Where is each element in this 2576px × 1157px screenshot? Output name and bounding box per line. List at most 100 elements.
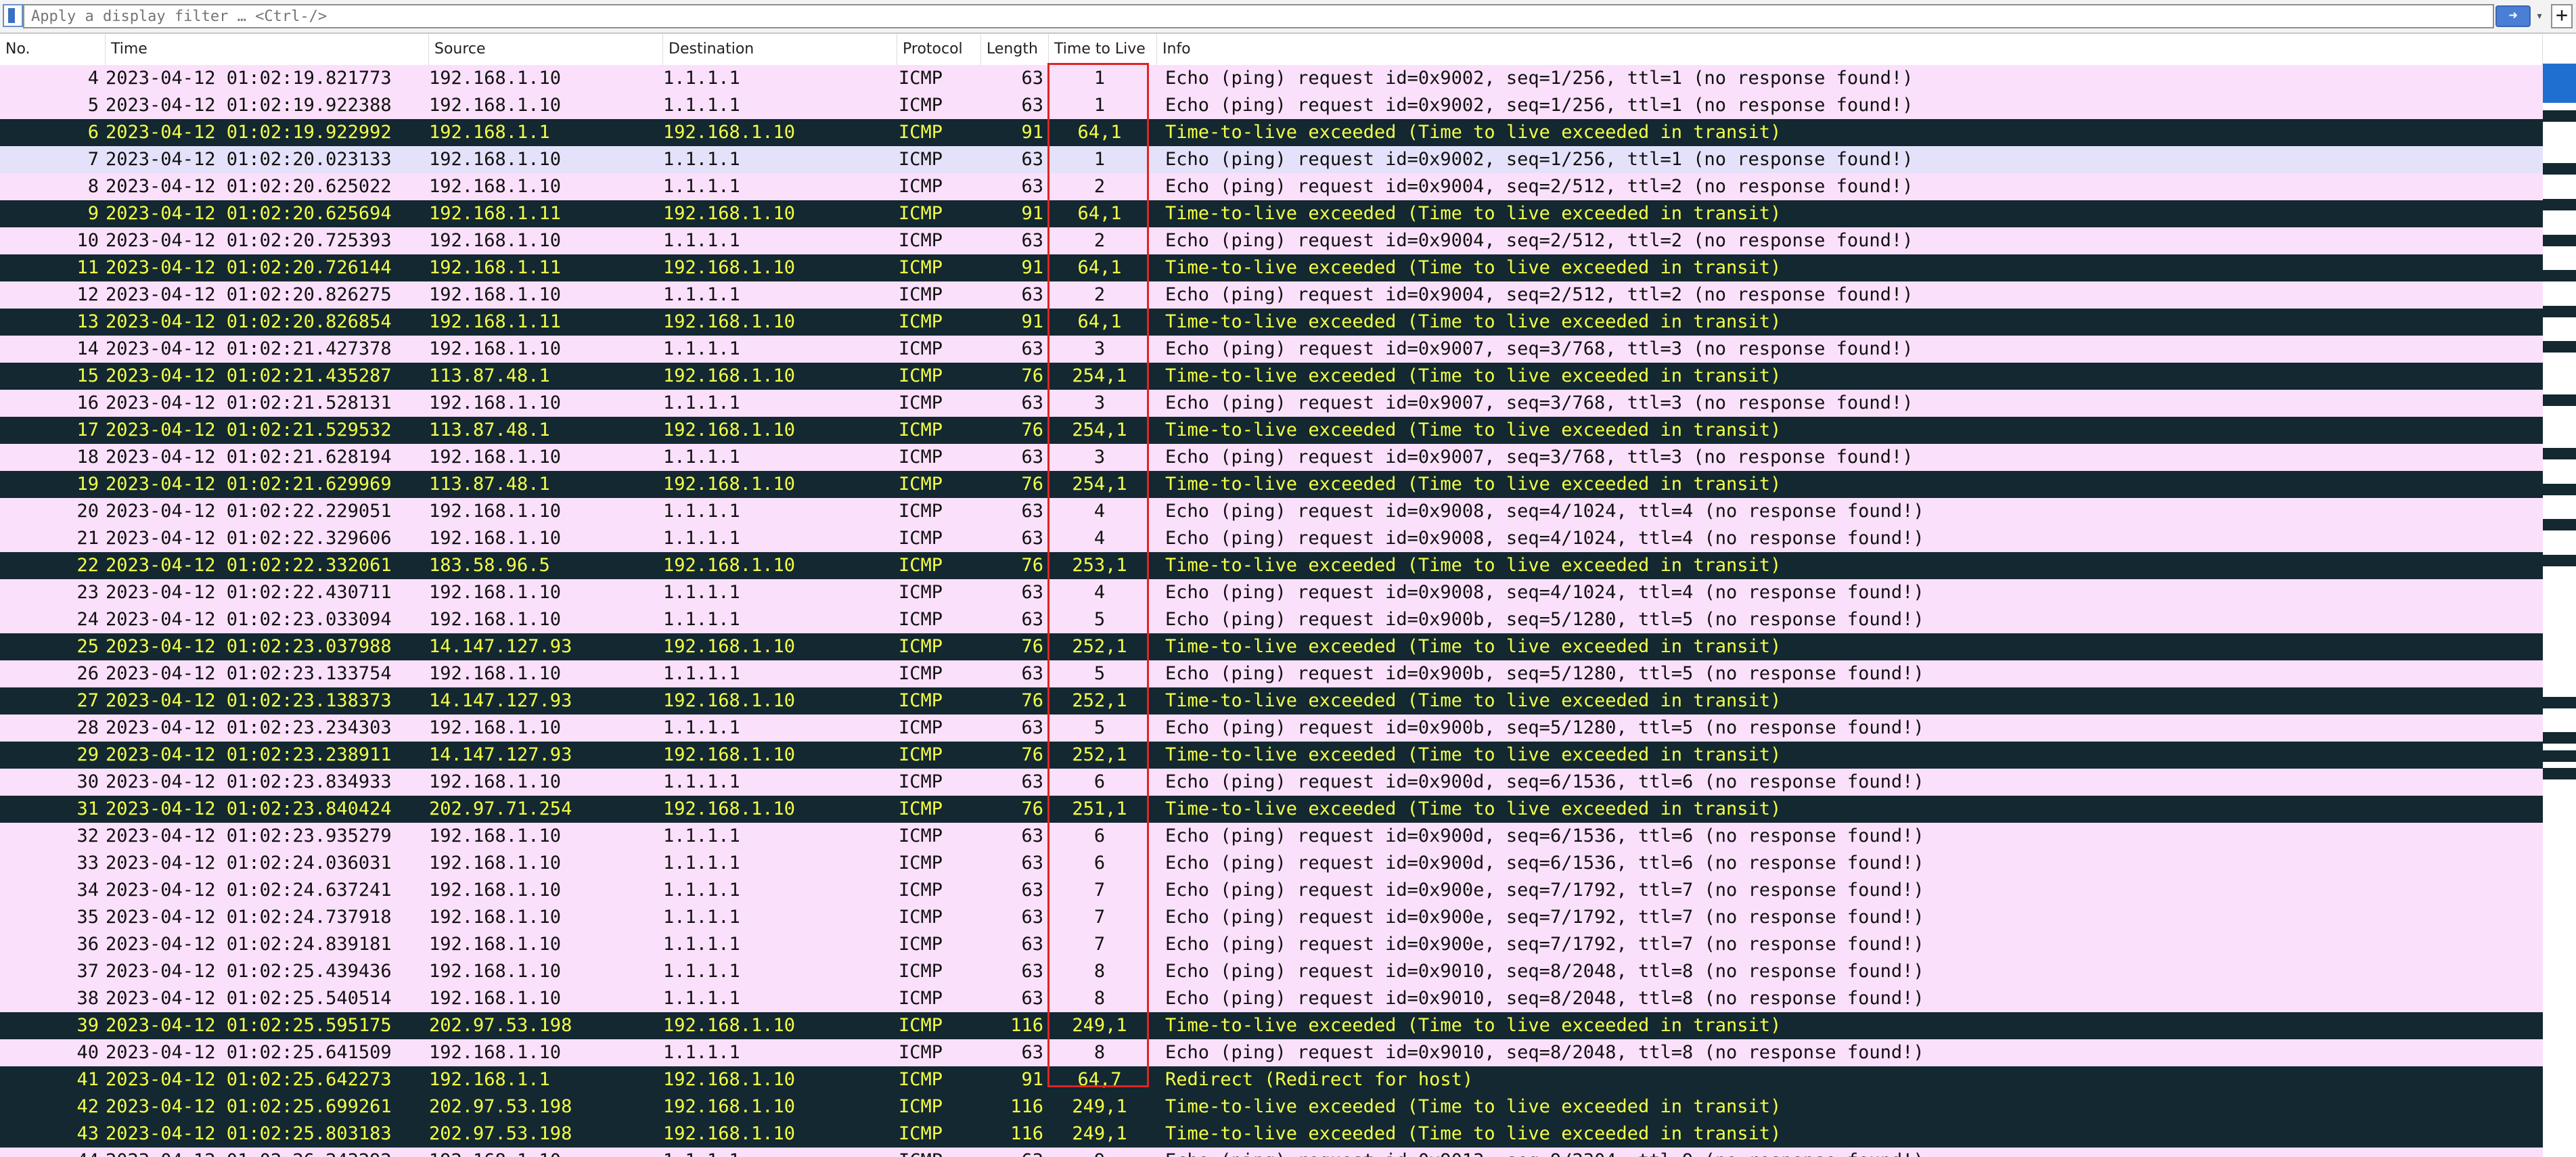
packet-row[interactable]: 38 2023-04-12 01:02:25.540514 192.168.1.10…	[0, 985, 2543, 1012]
packet-list-scrollbar[interactable]	[2543, 34, 2576, 1157]
packet-protocol: ICMP	[899, 961, 943, 982]
packet-info: Echo (ping) request id=0x9010, seq=8/204…	[1165, 988, 1924, 1009]
packet-row[interactable]: 6 2023-04-12 01:02:19.922992 192.168.1.1 19…	[0, 119, 2543, 146]
packet-time-to-live: 64,1	[1077, 122, 1122, 143]
packet-protocol: ICMP	[899, 176, 943, 197]
packet-source: 192.168.1.10	[429, 501, 562, 522]
apply-filter-button[interactable]: ➜	[2495, 5, 2531, 27]
packet-row[interactable]: 42 2023-04-12 01:02:25.699261 202.97.53.19…	[0, 1093, 2543, 1120]
display-filter-toolbar: ➜ ▾ +	[0, 0, 2576, 34]
packet-row[interactable]: 35 2023-04-12 01:02:24.737918 192.168.1.10…	[0, 904, 2543, 931]
packet-time: 2023-04-12 01:02:20.625022	[106, 176, 392, 197]
packet-source: 192.168.1.11	[429, 311, 562, 332]
packet-destination: 192.168.1.10	[663, 1015, 796, 1036]
packet-row[interactable]: 27 2023-04-12 01:02:23.138373 14.147.127.9…	[0, 687, 2543, 714]
packet-row[interactable]: 26 2023-04-12 01:02:23.133754 192.168.1.10…	[0, 660, 2543, 687]
packet-row[interactable]: 25 2023-04-12 01:02:23.037988 14.147.127.9…	[0, 633, 2543, 660]
packet-row[interactable]: 22 2023-04-12 01:02:22.332061 183.58.96.5 1…	[0, 552, 2543, 579]
packet-row[interactable]: 20 2023-04-12 01:02:22.229051 192.168.1.10…	[0, 498, 2543, 525]
packet-row[interactable]: 17 2023-04-12 01:02:21.529532 113.87.48.1 1…	[0, 417, 2543, 444]
packet-row[interactable]: 12 2023-04-12 01:02:20.826275 192.168.1.10…	[0, 281, 2543, 309]
packet-time: 2023-04-12 01:02:20.725393	[106, 230, 392, 251]
add-filter-button[interactable]: +	[2551, 4, 2573, 28]
column-header-time-to-live[interactable]: Time to Live	[1049, 34, 1157, 65]
packet-row[interactable]: 41 2023-04-12 01:02:25.642273 192.168.1.1 1…	[0, 1066, 2543, 1093]
packet-row[interactable]: 10 2023-04-12 01:02:20.725393 192.168.1.10…	[0, 227, 2543, 254]
packet-source: 192.168.1.10	[429, 582, 562, 603]
packet-row[interactable]: 8 2023-04-12 01:02:20.625022 192.168.1.10 1…	[0, 173, 2543, 200]
packet-row[interactable]: 37 2023-04-12 01:02:25.439436 192.168.1.10…	[0, 958, 2543, 985]
packet-row[interactable]: 23 2023-04-12 01:02:22.430711 192.168.1.10…	[0, 579, 2543, 606]
packet-destination: 192.168.1.10	[663, 122, 796, 143]
packet-row[interactable]: 32 2023-04-12 01:02:23.935279 192.168.1.10…	[0, 823, 2543, 850]
packet-row[interactable]: 15 2023-04-12 01:02:21.435287 113.87.48.1 1…	[0, 363, 2543, 390]
packet-destination: 1.1.1.1	[663, 176, 740, 197]
packet-row[interactable]: 28 2023-04-12 01:02:23.234303 192.168.1.10…	[0, 714, 2543, 742]
column-header-time[interactable]: Time	[106, 34, 429, 65]
packet-length: 63	[1021, 284, 1043, 305]
packet-source: 192.168.1.10	[429, 961, 562, 982]
packet-protocol: ICMP	[899, 392, 943, 413]
packet-row[interactable]: 43 2023-04-12 01:02:25.803183 202.97.53.19…	[0, 1120, 2543, 1148]
column-header-destination[interactable]: Destination	[663, 34, 897, 65]
packet-row[interactable]: 19 2023-04-12 01:02:21.629969 113.87.48.1 1…	[0, 471, 2543, 498]
packet-time: 2023-04-12 01:02:19.922388	[106, 95, 392, 116]
minimap-mark	[2543, 519, 2576, 530]
packet-row[interactable]: 31 2023-04-12 01:02:23.840424 202.97.71.25…	[0, 796, 2543, 823]
packet-source: 192.168.1.1	[429, 122, 550, 143]
packet-length: 76	[1021, 636, 1043, 657]
display-filter-input[interactable]	[23, 4, 2494, 28]
packet-row[interactable]: 36 2023-04-12 01:02:24.839181 192.168.1.10…	[0, 931, 2543, 958]
packet-row[interactable]: 44 2023-04-12 01:02:26.243292 192.168.1.10…	[0, 1148, 2543, 1157]
packet-source: 192.168.1.10	[429, 663, 562, 684]
packet-source: 192.168.1.10	[429, 68, 562, 89]
column-header-source[interactable]: Source	[429, 34, 663, 65]
column-header-no[interactable]: No.	[0, 34, 106, 65]
packet-row[interactable]: 29 2023-04-12 01:02:23.238911 14.147.127.9…	[0, 742, 2543, 769]
packet-row[interactable]: 33 2023-04-12 01:02:24.036031 192.168.1.10…	[0, 850, 2543, 877]
packet-row[interactable]: 11 2023-04-12 01:02:20.726144 192.168.1.11…	[0, 254, 2543, 281]
packet-row[interactable]: 30 2023-04-12 01:02:23.834933 192.168.1.10…	[0, 769, 2543, 796]
packet-source: 192.168.1.10	[429, 230, 562, 251]
packet-row[interactable]: 40 2023-04-12 01:02:25.641509 192.168.1.10…	[0, 1039, 2543, 1066]
scroll-thumb[interactable]	[2543, 64, 2576, 103]
packet-row[interactable]: 24 2023-04-12 01:02:23.033094 192.168.1.10…	[0, 606, 2543, 633]
packet-number: 33	[76, 853, 99, 874]
packet-length: 63	[1021, 392, 1043, 413]
packet-row[interactable]: 18 2023-04-12 01:02:21.628194 192.168.1.10…	[0, 444, 2543, 471]
packet-length: 91	[1021, 311, 1043, 332]
packet-info: Time-to-live exceeded (Time to live exce…	[1165, 203, 1782, 224]
column-header-info[interactable]: Info	[1157, 34, 2543, 65]
packet-length: 76	[1021, 798, 1043, 819]
packet-row[interactable]: 34 2023-04-12 01:02:24.637241 192.168.1.10…	[0, 877, 2543, 904]
chevron-down-icon[interactable]: ▾	[2532, 5, 2547, 27]
packet-source: 192.168.1.10	[429, 149, 562, 170]
packet-number: 13	[76, 311, 99, 332]
column-header-length[interactable]: Length	[981, 34, 1049, 65]
packet-row[interactable]: 4 2023-04-12 01:02:19.821773 192.168.1.10 1…	[0, 65, 2543, 92]
packet-destination: 1.1.1.1	[663, 149, 740, 170]
packet-row[interactable]: 39 2023-04-12 01:02:25.595175 202.97.53.19…	[0, 1012, 2543, 1039]
bookmark-icon[interactable]	[3, 4, 23, 27]
packet-info: Time-to-live exceeded (Time to live exce…	[1165, 474, 1782, 495]
packet-source: 202.97.53.198	[429, 1015, 572, 1036]
packet-info: Echo (ping) request id=0x900d, seq=6/153…	[1165, 771, 1924, 792]
column-header-protocol[interactable]: Protocol	[897, 34, 981, 65]
packet-row[interactable]: 16 2023-04-12 01:02:21.528131 192.168.1.10…	[0, 390, 2543, 417]
packet-row[interactable]: 7 2023-04-12 01:02:20.023133 192.168.1.10 1…	[0, 146, 2543, 173]
bookmark-flag	[8, 8, 15, 23]
packet-number: 40	[76, 1042, 99, 1063]
packet-row[interactable]: 14 2023-04-12 01:02:21.427378 192.168.1.10…	[0, 336, 2543, 363]
packet-length: 63	[1021, 771, 1043, 792]
packet-destination: 192.168.1.10	[663, 311, 796, 332]
packet-source: 192.168.1.10	[429, 771, 562, 792]
packet-row[interactable]: 9 2023-04-12 01:02:20.625694 192.168.1.11 1…	[0, 200, 2543, 227]
packet-protocol: ICMP	[899, 934, 943, 955]
packet-info: Time-to-live exceeded (Time to live exce…	[1165, 636, 1782, 657]
packet-row[interactable]: 5 2023-04-12 01:02:19.922388 192.168.1.10 1…	[0, 92, 2543, 119]
packet-info: Echo (ping) request id=0x9013, seq=9/230…	[1165, 1148, 2543, 1157]
packet-row[interactable]: 13 2023-04-12 01:02:20.826854 192.168.1.11…	[0, 309, 2543, 336]
packet-time-to-live: 254,1	[1072, 474, 1127, 495]
packet-row[interactable]: 21 2023-04-12 01:02:22.329606 192.168.1.10…	[0, 525, 2543, 552]
packet-time-to-live: 5	[1093, 663, 1106, 684]
